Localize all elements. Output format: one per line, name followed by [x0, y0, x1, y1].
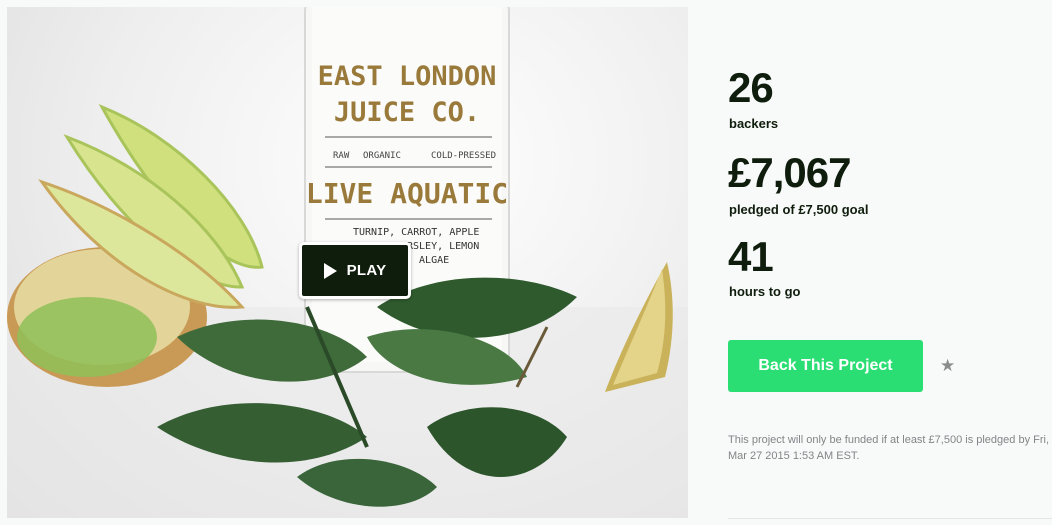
project-video[interactable]: EAST LONDON JUICE CO. RAW ORGANIC COLD-P…: [7, 7, 688, 518]
bottle-ingredients-3: , ALGAE: [407, 255, 449, 266]
divider: [728, 518, 1052, 519]
pledged-amount: £7,067: [728, 149, 851, 196]
star-icon[interactable]: ★: [940, 356, 955, 376]
bottle-tag-organic: ORGANIC: [363, 151, 401, 161]
backers-label: backers: [729, 116, 779, 131]
bottle-brand-line1: EAST LONDON: [318, 61, 497, 92]
bottle-brand-line2: JUICE CO.: [334, 97, 480, 128]
bottle-tag-cold: COLD-PRESSED: [431, 151, 496, 161]
bottle-ingredients-1: TURNIP, CARROT, APPLE: [353, 227, 479, 238]
play-label: PLAY: [346, 262, 387, 279]
bottle-product-name: LIVE AQUATIC: [306, 177, 508, 210]
backers-count: 26: [728, 64, 774, 111]
hours-label: hours to go: [729, 284, 801, 299]
hours-remaining: 41: [728, 233, 774, 280]
play-icon: [323, 262, 337, 279]
back-this-project-button[interactable]: Back This Project: [728, 340, 923, 392]
pledged-label: pledged of £7,500 goal: [729, 202, 869, 217]
bottle-ingredients-2: RSLEY, LEMON: [407, 241, 479, 252]
bottle-tag-raw: RAW: [333, 151, 350, 161]
play-button[interactable]: PLAY: [299, 242, 411, 299]
funding-note: This project will only be funded if at l…: [728, 434, 1050, 462]
project-page: EAST LONDON JUICE CO. RAW ORGANIC COLD-P…: [0, 0, 1052, 525]
